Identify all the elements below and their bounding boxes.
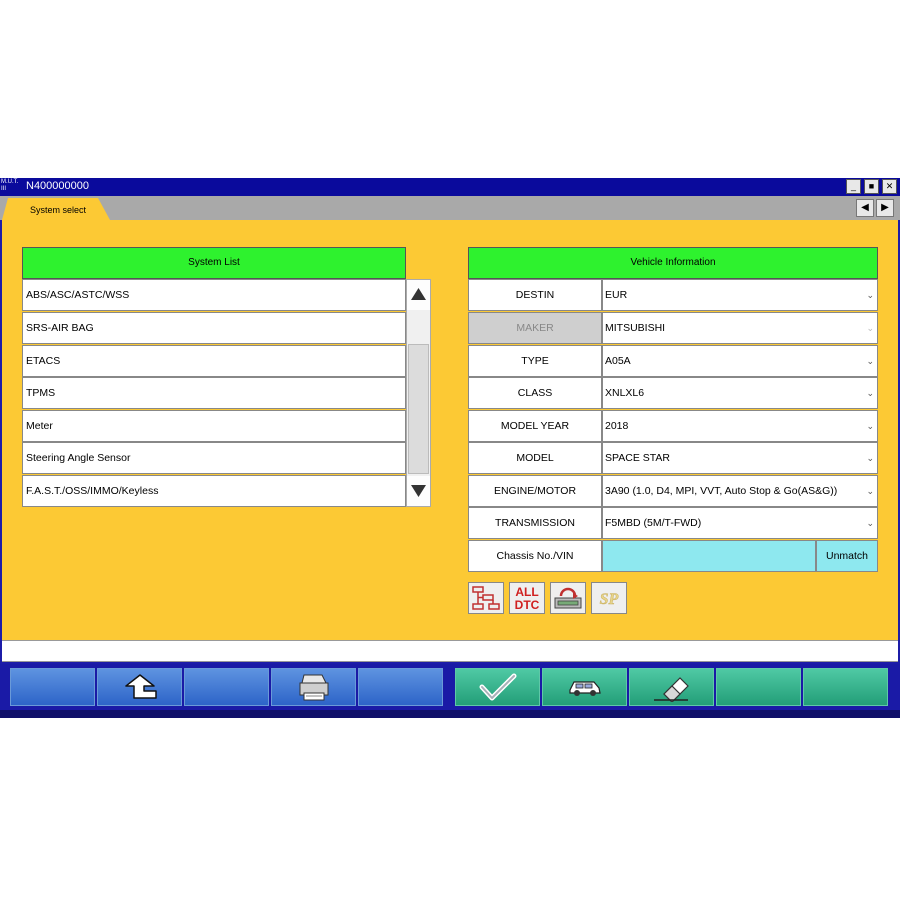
function-button-1[interactable] [10,668,95,706]
app-window: M.U.T. III N400000000 _ ■ ✕ System selec… [0,178,900,718]
engine-motor-value: 3A90 (1.0, D4, MPI, VVT, Auto Stop & Go(… [605,485,838,497]
type-label: TYPE [468,345,602,377]
car-icon [568,681,601,696]
scroll-down-button[interactable] [407,476,430,506]
system-select-panel: System List ABS/ASC/ASTC/WSS SRS-AIR BAG… [2,220,898,640]
transmission-label: TRANSMISSION [468,507,602,539]
app-logo-icon: M.U.T. III [1,179,19,192]
status-bar [2,640,898,662]
destin-value: EUR [605,289,628,301]
title-bar: M.U.T. III N400000000 _ ■ ✕ [0,178,900,196]
chevron-down-icon: ⌄ [866,453,874,463]
all-dtc-text-top: ALL [515,585,538,599]
minimize-button[interactable]: _ [846,179,861,194]
window-title: N400000000 [26,180,90,192]
system-list-scrollbar[interactable] [406,279,431,507]
destin-label: DESTIN [468,279,602,311]
clear-button[interactable] [629,668,714,706]
type-value: A05A [605,355,631,367]
model-select[interactable]: SPACE STAR ⌄ [602,442,878,474]
model-label: MODEL [468,442,602,474]
model-year-select[interactable]: 2018 ⌄ [602,410,878,442]
tab-next-button[interactable]: ▶ [876,199,894,217]
maximize-button[interactable]: ■ [864,179,879,194]
back-button[interactable] [97,668,182,706]
system-tree-button[interactable] [468,582,504,614]
model-value: SPACE STAR [605,452,670,464]
system-list-item[interactable]: Meter [22,410,406,442]
scroll-thumb[interactable] [408,344,429,474]
system-list-item[interactable]: TPMS [22,377,406,409]
engine-motor-label: ENGINE/MOTOR [468,475,602,507]
transmission-value: F5MBD (5M/T-FWD) [605,517,702,529]
system-tree-icon [472,586,500,610]
system-list-header: System List [22,247,406,279]
all-dtc-icon: ALL DTC [515,585,540,612]
bottom-strip [0,710,900,718]
sp-button[interactable]: SP [591,582,627,614]
system-list-item[interactable]: SRS-AIR BAG [22,312,406,344]
tab-strip: System select ◀ ▶ [0,196,900,220]
type-select[interactable]: A05A ⌄ [602,345,878,377]
ecu-data-icon [554,587,582,609]
system-list-item[interactable]: ETACS [22,345,406,377]
scroll-up-button[interactable] [407,280,430,310]
function-button-3[interactable] [184,668,269,706]
eraser-icon [653,677,689,702]
chevron-down-icon: ⌄ [866,356,874,366]
sp-text: SP [600,591,619,608]
vin-label: Chassis No./VIN [468,540,602,572]
function-button-9[interactable] [716,668,801,706]
function-bar [0,664,900,710]
maker-label: MAKER [468,312,602,344]
function-button-10[interactable] [803,668,888,706]
destin-select[interactable]: EUR ⌄ [602,279,878,311]
print-button[interactable] [271,668,356,706]
ok-button[interactable] [455,668,540,706]
model-year-value: 2018 [605,420,629,432]
chevron-down-icon: ⌄ [866,323,874,333]
scroll-up-icon [411,288,426,300]
chevron-down-icon: ⌄ [866,421,874,431]
all-dtc-button[interactable]: ALL DTC [509,582,545,614]
engine-motor-select[interactable]: 3A90 (1.0, D4, MPI, VVT, Auto Stop & Go(… [602,475,878,507]
class-label: CLASS [468,377,602,409]
vin-input[interactable] [602,540,816,572]
printer-icon [299,674,328,701]
system-list-item[interactable]: F.A.S.T./OSS/IMMO/Keyless [22,475,406,507]
close-button[interactable]: ✕ [882,179,897,194]
tab-label: System select [30,205,87,215]
vehicle-button[interactable] [542,668,627,706]
vin-match-status: Unmatch [816,540,878,572]
chevron-down-icon: ⌄ [866,290,874,300]
transmission-select[interactable]: F5MBD (5M/T-FWD) ⌄ [602,507,878,539]
up-arrow-icon [124,674,157,699]
function-button-5[interactable] [358,668,443,706]
ecu-data-button[interactable] [550,582,586,614]
chevron-down-icon: ⌄ [866,486,874,496]
chevron-down-icon: ⌄ [866,388,874,398]
chevron-down-icon: ⌄ [866,518,874,528]
system-list-item[interactable]: ABS/ASC/ASTC/WSS [22,279,406,311]
maker-value: MITSUBISHI [605,322,666,334]
tab-system-select[interactable]: System select [2,198,110,220]
system-list-item[interactable]: Steering Angle Sensor [22,442,406,474]
maker-select: MITSUBISHI ⌄ [602,312,878,344]
class-select[interactable]: XNLXL6 ⌄ [602,377,878,409]
model-year-label: MODEL YEAR [468,410,602,442]
scroll-down-icon [411,485,426,497]
vehicle-info-header: Vehicle Information [468,247,878,279]
class-value: XNLXL6 [605,387,645,399]
checkmark-icon [479,673,516,701]
all-dtc-text-bottom: DTC [515,598,540,612]
sp-icon: SP [599,591,619,609]
tab-prev-button[interactable]: ◀ [856,199,874,217]
